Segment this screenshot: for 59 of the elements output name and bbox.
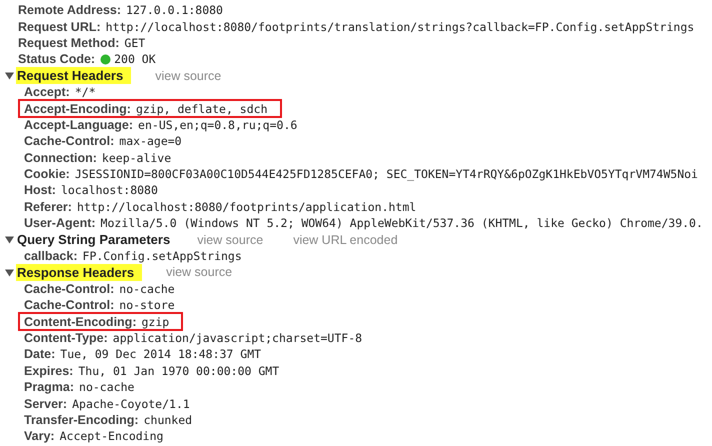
header-name: Server: [24, 396, 68, 411]
disclosure-triangle-icon[interactable] [5, 235, 14, 244]
section-title[interactable]: Request Headers [16, 67, 132, 84]
header-value: max-age=0 [119, 134, 182, 148]
header-name: Host: [24, 183, 56, 198]
header-name: Request Method: [18, 36, 120, 50]
status-dot-icon [100, 54, 112, 65]
header-name: Cache-Control: [24, 298, 114, 312]
header-value: 127.0.0.1:8080 [126, 3, 223, 18]
header-name: Date: [24, 347, 56, 362]
header-name: Cache-Control: [24, 282, 114, 296]
header-value: */* [74, 85, 96, 100]
header-name: Accept-Language: [24, 118, 134, 132]
view-link[interactable]: view URL encoded [293, 232, 398, 247]
view-link[interactable]: view source [166, 265, 232, 280]
header-value: http://localhost:8080/footprints/application.html [76, 200, 416, 214]
header-value: en-US,en;q=0.8,ru;q=0.6 [138, 118, 298, 132]
header-name: Referer: [24, 200, 72, 214]
header-value: application/javascript;charset=UTF-8 [112, 331, 362, 345]
header-value: JSESSIONID=800CF03A00C10D544E425FD1285CEFA0; SEC_TOKEN=YT4rRQY&6pOZgK1HkEbVO5YTqrVM74W5Noi [74, 167, 698, 182]
view-link[interactable]: view source [155, 68, 222, 83]
header-name: Vary: [24, 429, 55, 444]
header-name: Cache-Control: [24, 134, 114, 148]
header-name: Content-Type: [24, 331, 108, 345]
header-value: localhost:8080 [60, 183, 158, 198]
header-name: Expires: [24, 364, 74, 378]
header-name: Content-Encoding: [24, 314, 136, 329]
header-name: Remote Address: [18, 3, 122, 18]
header-value: FP.Config.setAppStrings [82, 249, 242, 264]
header-name: Transfer-Encoding: [24, 412, 139, 427]
header-name: Connection: [24, 150, 97, 165]
header-value: Accept-Encoding [60, 429, 164, 444]
header-name: Status Code: [18, 52, 96, 66]
header-value: no-cache [119, 282, 175, 296]
header-value: Mozilla/5.0 (Windows NT 5.2; WOW64) AppleWebKit/537.36 (KHTML, like Gecko) Chrome/39.0. [100, 216, 703, 230]
header-value: keep-alive [102, 150, 172, 165]
header-value: 200 OK [114, 52, 156, 66]
header-name: Pragma: [24, 380, 74, 394]
header-value: gzip [141, 314, 170, 329]
header-value: Apache-Coyote/1.1 [72, 396, 190, 411]
header-name: Accept-Encoding: [24, 102, 131, 116]
header-value: no-cache [79, 380, 134, 394]
section-title[interactable]: Response Headers [16, 264, 142, 281]
disclosure-triangle-icon[interactable] [5, 268, 14, 277]
disclosure-triangle-icon[interactable] [5, 71, 14, 80]
header-name: Request URL: [18, 20, 101, 34]
header-value: Tue, 09 Dec 2014 18:48:37 GMT [60, 347, 262, 362]
header-name: callback: [24, 249, 78, 264]
header-value: no-store [119, 298, 175, 312]
header-name: Accept: [24, 85, 70, 100]
header-value: http://localhost:8080/footprints/translation/strings?callback=FP.Config.setAppStrings [106, 20, 694, 34]
header-name: Cookie: [24, 167, 70, 182]
section-title[interactable]: Query String Parameters [16, 231, 174, 248]
header-value: gzip, deflate, sdch [136, 102, 268, 116]
header-value: chunked [144, 412, 192, 427]
header-value: Thu, 01 Jan 1970 00:00:00 GMT [78, 364, 280, 378]
header-value: GET [124, 36, 146, 50]
header-name: User-Agent: [24, 216, 96, 230]
view-link[interactable]: view source [197, 232, 264, 247]
